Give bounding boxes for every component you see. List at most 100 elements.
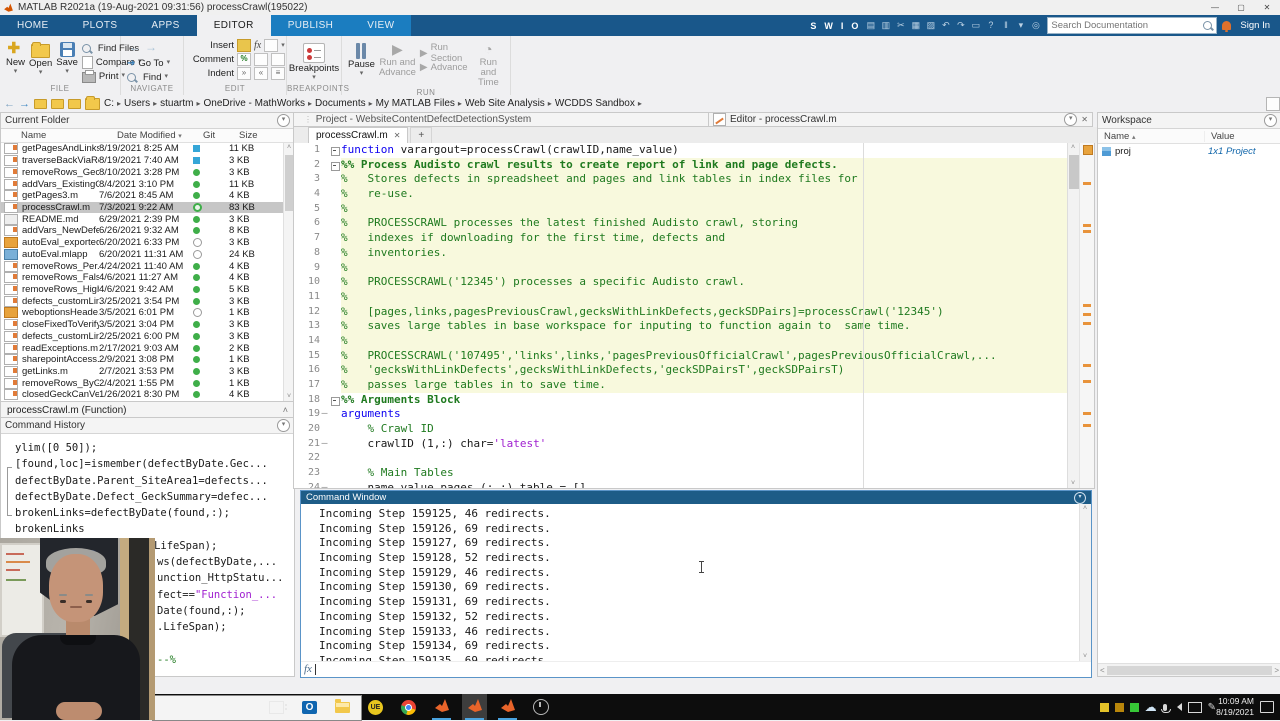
wrap-comment-icon[interactable] <box>271 53 285 66</box>
sign-in-link[interactable]: Sign In <box>1236 20 1274 31</box>
pause-button[interactable]: Pause▾ <box>348 39 375 77</box>
back-icon[interactable]: ← <box>129 40 141 54</box>
file-row[interactable]: traverseBackViaRe...8/19/2021 7:40 AM3 K… <box>1 155 294 167</box>
find-button[interactable]: Find▾ <box>127 71 168 83</box>
warning-mark-icon[interactable] <box>1083 313 1091 316</box>
taskbar-matlab-icon[interactable] <box>429 694 454 720</box>
advance-button[interactable]: ▶Advance <box>420 61 469 73</box>
parallel-icon[interactable]: ‖ <box>999 19 1012 32</box>
panel-menu-icon[interactable]: ▾ <box>1264 114 1277 127</box>
ribbon-tab-editor[interactable]: EDITOR <box>197 15 271 36</box>
scroll-up-icon[interactable]: ˄ <box>1080 505 1090 512</box>
tray-app-yellow-icon[interactable] <box>1100 703 1109 712</box>
file-row[interactable]: autoEval.mlapp6/20/2021 11:31 AM24 KB <box>1 248 294 260</box>
action-center-icon[interactable] <box>1260 701 1274 713</box>
taskbar-matlab-icon[interactable] <box>495 694 520 720</box>
ribbon-tab-home[interactable]: HOME <box>0 15 66 36</box>
command-window-header[interactable]: Command Window▾ <box>301 491 1091 504</box>
warning-mark-icon[interactable] <box>1083 182 1091 185</box>
column-date-modified[interactable]: Date Modified ▾ <box>117 130 203 141</box>
fold-toggle-icon[interactable] <box>329 393 341 408</box>
warning-summary-icon[interactable] <box>1083 145 1093 155</box>
onedrive-icon[interactable]: ☁ <box>1145 701 1157 713</box>
column-git[interactable]: Git <box>203 130 239 141</box>
scroll-up-icon[interactable]: ˄ <box>1068 144 1078 151</box>
column-value[interactable]: Value <box>1205 131 1235 142</box>
scroll-down-icon[interactable]: ˅ <box>1080 653 1090 660</box>
qa-shortcut-i[interactable]: I <box>840 21 845 31</box>
file-row[interactable]: addVars_ExistingG...8/4/2021 3:10 PM11 K… <box>1 178 294 190</box>
file-row[interactable]: removeRows_Per...4/24/2021 11:40 AM4 KB <box>1 260 294 272</box>
project-panel-header[interactable]: ⋮ Project - WebsiteContentDefectDetectio… <box>293 112 708 127</box>
ribbon-tab-plots[interactable]: PLOTS <box>66 15 135 36</box>
file-row[interactable]: autoEval_exported...6/20/2021 6:33 PM3 K… <box>1 237 294 249</box>
panel-menu-icon[interactable]: ▾ <box>277 419 290 432</box>
breadcrumb-segment[interactable]: Documents <box>315 98 366 109</box>
breadcrumb-segment[interactable]: WCDDS Sandbox <box>555 98 635 109</box>
undo-icon[interactable]: ↶ <box>939 19 952 32</box>
new-tab-button[interactable]: + <box>410 127 432 143</box>
file-row[interactable]: processCrawl.m7/3/2021 9:22 AM83 KB <box>1 202 294 214</box>
file-row[interactable]: removeRows_False...4/6/2021 11:27 AM4 KB <box>1 272 294 284</box>
switch-window-icon[interactable]: ▭ <box>969 19 982 32</box>
history-entry[interactable]: defectByDate.Parent_SiteArea1=defects... <box>15 475 294 491</box>
scroll-down-icon[interactable]: ˅ <box>1068 480 1078 487</box>
new-button[interactable]: ✚New▾ <box>6 39 25 75</box>
tab-close-icon[interactable]: ✕ <box>394 131 401 140</box>
taskbar-outlook-icon[interactable]: O <box>297 694 322 720</box>
history-entry[interactable]: defectByDate.Defect_GeckSummary=defec... <box>15 491 294 507</box>
forward-icon[interactable]: → <box>19 98 30 110</box>
breadcrumb-segment[interactable]: OneDrive - MathWorks <box>204 98 306 109</box>
browse-folder-icon[interactable] <box>51 99 64 109</box>
tray-app-gold-icon[interactable] <box>1115 703 1124 712</box>
command-window-scrollbar[interactable]: ˄ ˅ <box>1079 504 1091 661</box>
redo-icon[interactable]: ↷ <box>954 19 967 32</box>
breadcrumb-segment[interactable]: My MATLAB Files <box>376 98 455 109</box>
file-row[interactable]: sharepointAccess...2/9/2021 3:08 PM1 KB <box>1 354 294 366</box>
ribbon-tab-publish[interactable]: PUBLISH <box>271 15 351 36</box>
new-script-icon[interactable]: ▤ <box>864 19 877 32</box>
smart-indent-icon[interactable]: » <box>237 67 251 80</box>
breadcrumb-segment[interactable]: Users <box>124 98 150 109</box>
code-area[interactable]: 1function varargout=processCrawl(crawlID… <box>294 143 1067 488</box>
save-icon[interactable]: ▥ <box>879 19 892 32</box>
tray-app-green-icon[interactable] <box>1130 703 1139 712</box>
warning-mark-icon[interactable] <box>1083 380 1091 383</box>
breakpoints-button[interactable]: Breakpoints▾ <box>290 39 338 81</box>
column-name[interactable]: Name ▴ <box>1098 131 1205 142</box>
dropdown-icon[interactable]: ▾ <box>1014 19 1027 32</box>
warning-mark-icon[interactable] <box>1083 304 1091 307</box>
panel-menu-icon[interactable]: ▾ <box>1064 113 1077 126</box>
run-and-advance-button[interactable]: ▶Run and Advance <box>379 39 416 78</box>
history-entry[interactable]: ylim([0 50]); <box>15 442 294 458</box>
command-prompt[interactable]: fx <box>301 661 1091 676</box>
warning-mark-icon[interactable] <box>1083 412 1091 415</box>
indent-right-icon[interactable]: ≡ <box>271 67 285 80</box>
breadcrumb-segment[interactable]: C: <box>104 98 114 109</box>
file-row[interactable]: readExceptions.m2/17/2021 9:03 AM2 KB <box>1 342 294 354</box>
address-bar-action-icon[interactable] <box>1266 97 1280 111</box>
file-row[interactable]: weboptionsHeade...3/5/2021 6:01 PM1 KB <box>1 307 294 319</box>
close-icon[interactable]: ✕ <box>1081 115 1088 124</box>
scroll-right-icon[interactable]: > <box>1274 666 1279 675</box>
taskbar-ultraedit-icon[interactable]: UE <box>363 694 388 720</box>
command-window-body[interactable]: Incoming Step 159125, 46 redirects.Incom… <box>301 504 1091 661</box>
open-button[interactable]: Open▾ <box>29 39 52 76</box>
network-icon[interactable] <box>1188 702 1202 713</box>
column-size[interactable]: Size <box>239 130 277 141</box>
ribbon-tab-apps[interactable]: APPS <box>134 15 196 36</box>
taskbar-task-view-icon[interactable] <box>264 694 289 720</box>
uncomment-icon[interactable] <box>254 53 268 66</box>
file-row[interactable]: closedGeckCanVer...1/26/2021 8:30 PM4 KB <box>1 389 294 401</box>
minimize-icon[interactable]: — <box>1202 0 1228 15</box>
file-row[interactable]: defects_customLin...3/25/2021 3:54 PM3 K… <box>1 295 294 307</box>
taskbar-chrome-icon[interactable] <box>396 694 421 720</box>
column-name[interactable]: Name <box>1 130 117 141</box>
maximize-icon[interactable]: ▢ <box>1228 0 1254 15</box>
resources-icon[interactable]: ◎ <box>1029 19 1042 32</box>
taskbar-file-explorer-icon[interactable] <box>330 694 355 720</box>
notification-bell-icon[interactable] <box>1222 21 1231 30</box>
speaker-icon[interactable] <box>1173 703 1182 711</box>
qa-shortcut-o[interactable]: O <box>850 21 859 31</box>
ribbon-tab-view[interactable]: VIEW <box>350 15 411 36</box>
